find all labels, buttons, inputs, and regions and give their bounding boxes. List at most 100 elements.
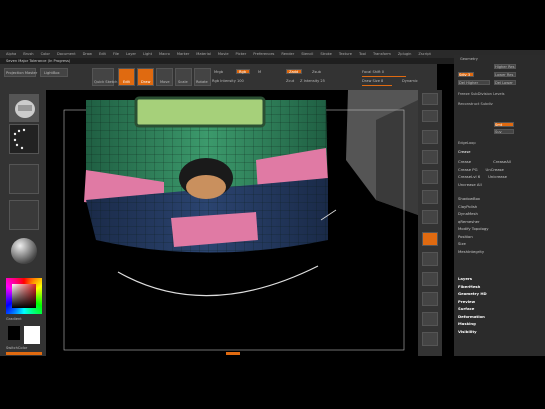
menu-item-edit[interactable]: Edit [99,52,106,56]
uncrease-all-button[interactable]: Uncrease All [458,181,538,189]
meshintegrity-item[interactable]: MeshIntegrity [458,248,538,256]
texture-thumbnail[interactable] [9,200,39,230]
lower-res-button[interactable]: Lower Res [494,72,516,77]
freeze-subdiv-button[interactable]: Freeze SubDivision Levels [458,92,504,96]
brush-thumbnail[interactable] [9,94,39,122]
deformation-section[interactable]: Deformation [458,313,538,321]
masking-section[interactable]: Masking [458,320,538,328]
crease-pg-button[interactable]: Crease PG [458,166,478,174]
secondary-color-swatch[interactable] [24,326,40,344]
menu-item-alpha[interactable]: Alpha [6,52,16,56]
qremesher-item[interactable]: qRemesher [458,218,538,226]
rgb-intensity-slider[interactable]: Rgb Intensity 100 [212,79,244,83]
persp-button[interactable] [422,210,438,224]
crease-all-button[interactable]: CreaseAll [493,158,511,166]
zcut-toggle[interactable]: Zcut [286,79,294,83]
surface-section[interactable]: Surface [458,305,538,313]
menu-item-movie[interactable]: Movie [218,52,229,56]
switch-color-label[interactable]: SwitchColor [6,346,27,350]
zadd-toggle[interactable]: Zadd [286,69,302,74]
switch-color-bar[interactable] [6,352,42,355]
menu-item-stroke[interactable]: Stroke [320,52,331,56]
visibility-section[interactable]: Visibility [458,328,538,336]
menu-item-marker[interactable]: Marker [177,52,189,56]
scale-button[interactable]: Scale [175,68,192,86]
m-toggle[interactable]: M [258,70,261,74]
menu-item-draw[interactable]: Draw [83,52,92,56]
claypolish-item[interactable]: ClayPolish [458,203,538,211]
geometry-hd-section[interactable]: Geometry HD [458,290,538,298]
menu-item-transform[interactable]: Transform [373,52,391,56]
del-higher-button[interactable]: Del Higher [458,80,490,85]
reconstruct-subdiv-button[interactable]: Reconstruct Subdiv [458,102,493,106]
spix-button[interactable] [422,110,438,122]
preview-section[interactable]: Preview [458,298,538,306]
move-view-button[interactable] [422,312,438,326]
menu-item-material[interactable]: Material [196,52,211,56]
zoom-button[interactable] [422,150,438,164]
actual-button[interactable] [422,170,438,184]
menu-item-color[interactable]: Color [41,52,50,56]
sdiv-slider[interactable]: Sdiv 3 [458,72,474,77]
draw-button[interactable]: Draw [137,68,154,86]
bpr-button[interactable] [422,93,438,105]
menu-item-preferences[interactable]: Preferences [253,52,274,56]
color-saturation-square[interactable] [12,284,36,308]
menu-item-file[interactable]: File [113,52,119,56]
menu-item-brush[interactable]: Brush [23,52,33,56]
crease-button[interactable]: Crease [458,158,471,166]
shadowbox-item[interactable]: ShadowBox [458,195,538,203]
menu-item-stencil[interactable]: Stencil [301,52,313,56]
alpha-thumbnail[interactable] [9,164,39,194]
menu-item-zplugin[interactable]: Zplugin [398,52,412,56]
stroke-thumbnail[interactable] [9,124,39,154]
menu-item-layer[interactable]: Layer [126,52,136,56]
floor-button[interactable] [422,232,438,246]
menu-item-render[interactable]: Render [281,52,294,56]
projection-master-button[interactable]: Projection Master [4,68,37,77]
modify-topology-item[interactable]: Modify Topology [458,225,538,233]
higher-res-button[interactable]: Higher Res [494,64,516,69]
material-thumbnail[interactable] [9,236,39,266]
rotate-view-button[interactable] [422,332,438,346]
crease-level-slider[interactable]: CreaseLvl 6 [458,173,480,181]
main-color-swatch[interactable] [8,326,20,340]
smt-toggle[interactable]: Smt [494,122,514,127]
rotate-button[interactable]: Rotate [194,68,211,86]
dynamesh-item[interactable]: DynaMesh [458,210,538,218]
quick-sketch-button[interactable]: Quick Sketch [92,68,117,86]
unicrease-button[interactable]: Unicrease [488,173,507,181]
del-lower-button[interactable]: Del Lower [494,80,516,85]
color-picker[interactable] [6,278,42,314]
uncrease-button[interactable]: UnCrease [486,166,504,174]
edit-button[interactable]: Edit [118,68,135,86]
layers-section[interactable]: Layers [458,275,538,283]
frame-button[interactable] [422,292,438,306]
suv-toggle[interactable]: Suv [494,129,514,134]
aahalf-button[interactable] [422,190,438,204]
local-button[interactable] [422,252,438,266]
crease-section[interactable]: Crease [458,150,470,154]
position-item[interactable]: Position [458,233,538,241]
rgb-toggle[interactable]: Rgb [236,69,250,74]
fibermesh-section[interactable]: FiberMesh [458,283,538,291]
lightbox-button[interactable]: LightBox [40,68,68,77]
zsub-toggle[interactable]: Zsub [312,70,321,74]
menu-item-tool[interactable]: Tool [359,52,366,56]
size-item[interactable]: Size [458,240,538,248]
menu-item-zscript[interactable]: Zscript [418,52,430,56]
menu-item-document[interactable]: Document [57,52,76,56]
menu-item-texture[interactable]: Texture [339,52,352,56]
menu-item-light[interactable]: Light [143,52,152,56]
dynamic-toggle[interactable]: Dynamic [402,79,418,83]
scroll-button[interactable] [422,130,438,144]
xyz-button[interactable] [422,272,438,286]
move-button[interactable]: Move [156,68,173,86]
edgeloop-section[interactable]: EdgeLoop [458,141,476,145]
focal-shift-slider[interactable]: Focal Shift 0 [362,70,384,74]
gradient-label[interactable]: Gradient [6,317,22,321]
mrgb-label[interactable]: Mrgb [214,70,223,74]
menu-item-picker[interactable]: Picker [236,52,247,56]
z-intensity-slider[interactable]: Z Intensity 25 [300,79,325,83]
draw-size-slider[interactable]: Draw Size 8 [362,79,383,83]
